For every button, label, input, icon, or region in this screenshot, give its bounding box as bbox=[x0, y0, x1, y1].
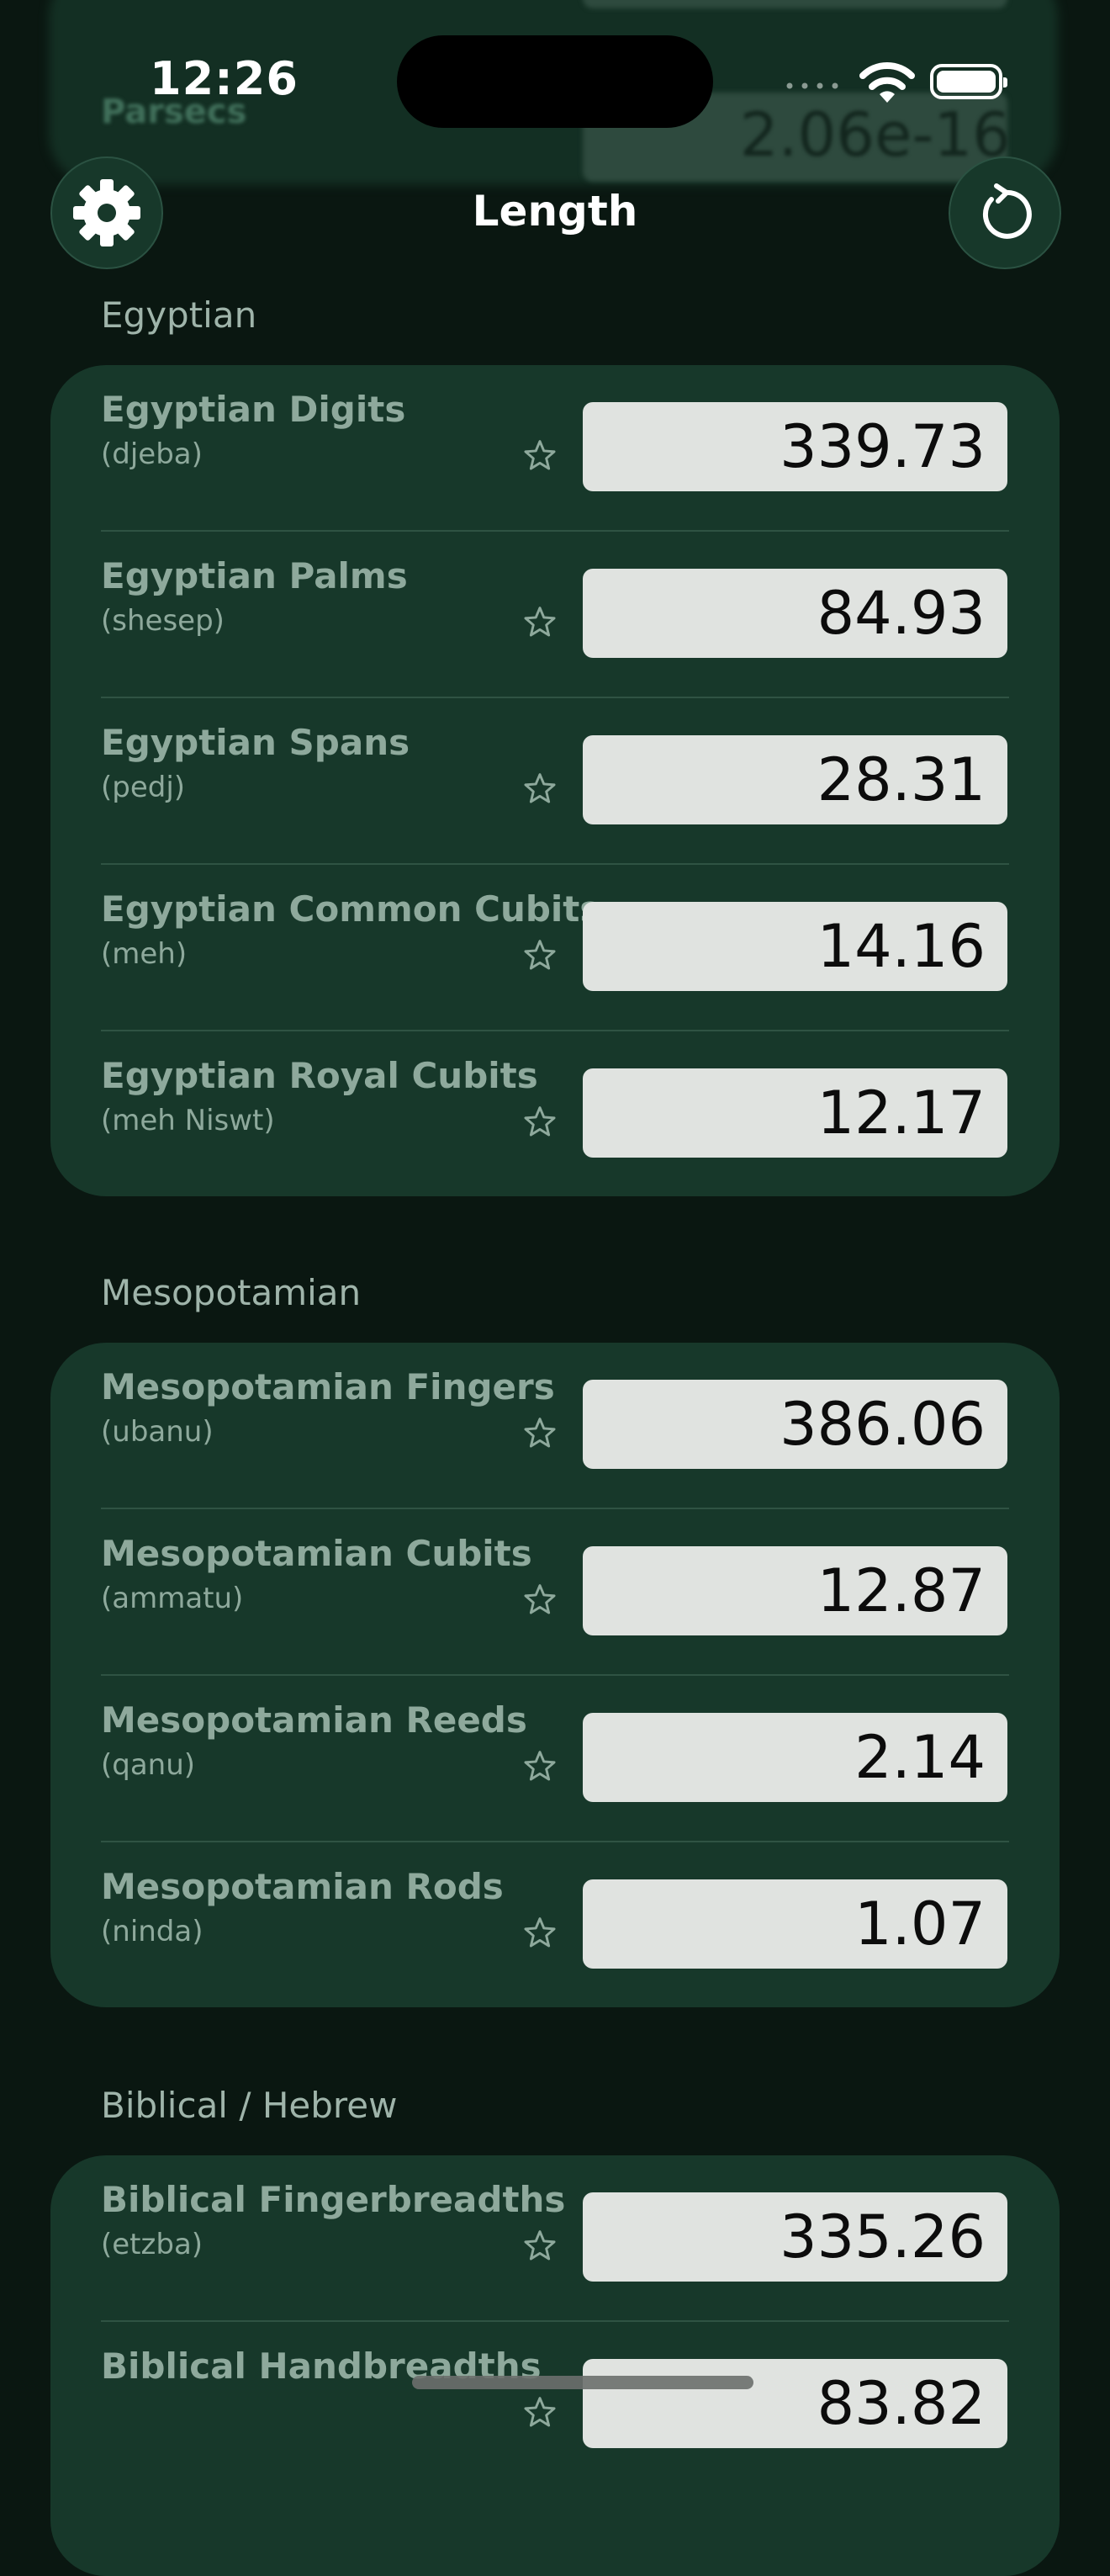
home-indicator[interactable] bbox=[412, 2376, 753, 2389]
star-icon[interactable] bbox=[521, 2228, 558, 2265]
unit-row: Mesopotamian Fingers (ubanu) 386.06 bbox=[50, 1343, 1060, 1509]
reset-button[interactable] bbox=[949, 156, 1061, 269]
unit-native-name: (meh Niswt) bbox=[101, 1104, 275, 1137]
unit-native-name: (qanu) bbox=[101, 1748, 196, 1782]
unit-native-name: (ammatu) bbox=[101, 1582, 244, 1615]
unit-native-name: (meh) bbox=[101, 937, 188, 971]
unit-name: Egyptian Royal Cubits bbox=[101, 1055, 538, 1096]
reset-icon bbox=[982, 183, 1032, 239]
section-card-biblical: Biblical Fingerbreadths (etzba) 335.26 B… bbox=[50, 2155, 1060, 2576]
star-icon[interactable] bbox=[521, 1915, 558, 1952]
unit-name: Mesopotamian Cubits bbox=[101, 1533, 532, 1574]
star-icon[interactable] bbox=[521, 604, 558, 641]
star-icon[interactable] bbox=[521, 771, 558, 808]
unit-native-name: (etzba) bbox=[101, 2228, 204, 2261]
unit-name: Mesopotamian Reeds bbox=[101, 1699, 527, 1741]
star-icon[interactable] bbox=[521, 1104, 558, 1141]
unit-row: Biblical Fingerbreadths (etzba) 335.26 bbox=[50, 2155, 1060, 2322]
section-label-biblical: Biblical / Hebrew bbox=[101, 2085, 398, 2126]
dynamic-island bbox=[397, 35, 713, 128]
unit-value-field[interactable]: 386.06 bbox=[583, 1380, 1007, 1469]
unit-name: Mesopotamian Rods bbox=[101, 1866, 504, 1907]
unit-native-name: (djeba) bbox=[101, 437, 203, 471]
unit-value-field[interactable]: 83.82 bbox=[583, 2359, 1007, 2448]
unit-row: Egyptian Royal Cubits (meh Niswt) 12.17 bbox=[50, 1031, 1060, 1198]
star-icon[interactable] bbox=[521, 937, 558, 974]
unit-native-name: (pedj) bbox=[101, 771, 186, 804]
unit-row: Egyptian Digits (djeba) 339.73 bbox=[50, 365, 1060, 532]
wifi-icon bbox=[859, 62, 915, 103]
unit-name: Mesopotamian Fingers bbox=[101, 1366, 555, 1407]
star-icon[interactable] bbox=[521, 2394, 558, 2431]
unit-name: Egyptian Common Cubits bbox=[101, 888, 601, 930]
unit-name: Egyptian Palms bbox=[101, 555, 408, 596]
star-icon[interactable] bbox=[521, 1748, 558, 1785]
star-icon[interactable] bbox=[521, 1415, 558, 1452]
unit-value-field[interactable]: 14.16 bbox=[583, 902, 1007, 991]
unit-row: Mesopotamian Cubits (ammatu) 12.87 bbox=[50, 1509, 1060, 1676]
unit-value-field[interactable]: 28.31 bbox=[583, 735, 1007, 824]
unit-name: Egyptian Spans bbox=[101, 722, 410, 763]
battery-icon bbox=[930, 64, 1007, 99]
unit-native-name: (shesep) bbox=[101, 604, 225, 638]
section-card-egyptian: Egyptian Digits (djeba) 339.73 Egyptian … bbox=[50, 365, 1060, 1196]
unit-value-field[interactable]: 12.87 bbox=[583, 1546, 1007, 1635]
status-time: 12:26 bbox=[150, 52, 299, 105]
unit-name: Biblical Fingerbreadths bbox=[101, 2179, 566, 2220]
unit-row: Egyptian Palms (shesep) 84.93 bbox=[50, 532, 1060, 698]
unit-value-field[interactable]: 84.93 bbox=[583, 569, 1007, 658]
star-icon[interactable] bbox=[521, 1582, 558, 1619]
unit-native-name: (ninda) bbox=[101, 1915, 204, 1948]
unit-value-field[interactable]: 12.17 bbox=[583, 1068, 1007, 1158]
unit-row: Mesopotamian Rods (ninda) 1.07 bbox=[50, 1842, 1060, 2009]
cellular-dots-icon bbox=[786, 82, 838, 89]
section-label-mesopotamian: Mesopotamian bbox=[101, 1272, 362, 1313]
page-title: Length bbox=[472, 187, 638, 236]
unit-row: Mesopotamian Reeds (qanu) 2.14 bbox=[50, 1676, 1060, 1842]
unit-name: Egyptian Digits bbox=[101, 389, 406, 430]
unit-row: Biblical Handbreadths 83.82 bbox=[50, 2322, 1060, 2489]
unit-value-field[interactable]: 339.73 bbox=[583, 402, 1007, 491]
unit-row: Egyptian Spans (pedj) 28.31 bbox=[50, 698, 1060, 865]
unit-value-field[interactable]: 335.26 bbox=[583, 2192, 1007, 2282]
ghost-row-value: 2.06e-16 bbox=[739, 99, 1011, 170]
ghost-value-box-top bbox=[583, 0, 1007, 8]
section-card-mesopotamian: Mesopotamian Fingers (ubanu) 386.06 Meso… bbox=[50, 1343, 1060, 2007]
unit-native-name: (ubanu) bbox=[101, 1415, 214, 1449]
unit-value-field[interactable]: 2.14 bbox=[583, 1713, 1007, 1802]
unit-value-field[interactable]: 1.07 bbox=[583, 1879, 1007, 1969]
star-icon[interactable] bbox=[521, 437, 558, 474]
section-label-egyptian: Egyptian bbox=[101, 294, 257, 336]
unit-row: Egyptian Common Cubits (meh) 14.16 bbox=[50, 865, 1060, 1031]
